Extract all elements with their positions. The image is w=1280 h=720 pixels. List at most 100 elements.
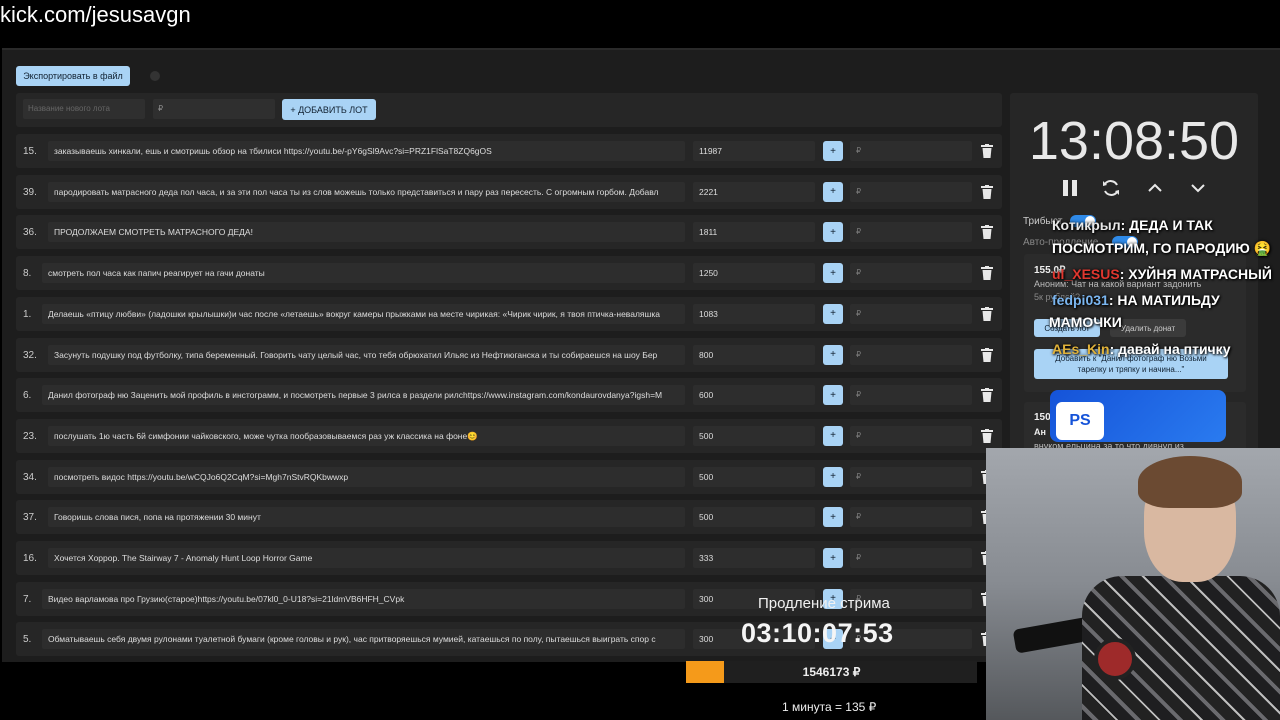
trash-icon[interactable] — [981, 144, 993, 158]
lot-title-input[interactable]: Говоришь слова пися, попа на протяжении … — [48, 507, 685, 528]
webcam-feed — [986, 448, 1280, 720]
lot-title-input[interactable]: послушать 1ю часть 6й симфонии чайковско… — [48, 425, 685, 446]
chat-username: fedpi031 — [1052, 292, 1109, 308]
chat-message: МАМОЧКИ — [1049, 314, 1122, 330]
trash-icon[interactable] — [981, 306, 993, 321]
lot-title-input[interactable]: смотреть пол часа как папич реагирует на… — [42, 263, 685, 284]
chat-username: Котикрыл — [1052, 217, 1121, 233]
lot-row: 34. посмотреть видос https://youtu.be/wCQ… — [16, 459, 1002, 494]
donation-total: 1546173 ₽ — [802, 665, 861, 679]
new-lot-name-input[interactable]: Название нового лота — [23, 99, 145, 119]
lot-amount[interactable]: 11987 — [693, 141, 815, 161]
lot-number: 39. — [23, 186, 37, 198]
lot-add-button[interactable]: + — [823, 263, 843, 284]
chat-username: ul_XESUS — [1052, 266, 1120, 282]
lot-title-input[interactable]: Видео варламова про Грузию(старое)https:… — [42, 588, 685, 609]
lot-row: 23. послушать 1ю часть 6й симфонии чайков… — [16, 418, 1002, 453]
lot-add-amount-input[interactable]: ₽ — [850, 425, 972, 446]
trash-icon[interactable] — [981, 266, 993, 281]
lot-amount[interactable]: 500 — [693, 507, 815, 528]
lot-amount[interactable]: 1811 — [693, 222, 815, 243]
lot-add-amount-input[interactable]: ₽ — [850, 222, 972, 243]
lot-title-input[interactable]: Делаешь «птицу любви» (ладошки крылышки)… — [42, 303, 685, 324]
timer-clock: 13:08:50 — [1028, 111, 1240, 171]
chat-text: : ХУЙНЯ МАТРАСНЫЙ — [1119, 266, 1272, 282]
chat-message: AEs_Kin: давай на птичку — [1052, 341, 1230, 357]
lot-amount[interactable]: 600 — [693, 385, 815, 406]
lot-number: 32. — [23, 349, 37, 361]
new-lot-amount-input[interactable]: ₽ — [153, 99, 275, 119]
trash-icon[interactable] — [981, 184, 993, 199]
lot-add-button[interactable]: + — [823, 385, 843, 406]
lot-title-input[interactable]: Данил фотограф ню Заценить мой профиль в… — [42, 385, 685, 406]
lot-title-input[interactable]: ПРОДОЛЖАЕМ СМОТРЕТЬ МАТРАСНОГО ДЕДА! — [48, 222, 685, 243]
chat-message: ul_XESUS: ХУЙНЯ МАТРАСНЫЙ — [1052, 266, 1272, 282]
lot-number: 23. — [23, 430, 37, 442]
rate-label: 1 минута = 135 ₽ — [782, 700, 877, 714]
donation-progress: 1546173 ₽ — [686, 661, 977, 683]
lot-title-input[interactable]: Обматываешь себя двумя рулонами туалетно… — [42, 629, 685, 650]
chat-username: AEs_Kin — [1052, 341, 1110, 357]
microphone-icon — [1094, 638, 1136, 680]
pause-icon[interactable] — [1060, 178, 1080, 198]
lot-title-input[interactable]: заказываешь хинкали, ешь и смотришь обзо… — [48, 141, 685, 161]
lot-add-button[interactable]: + — [823, 466, 843, 487]
lot-add-amount-input[interactable]: ₽ — [850, 263, 972, 284]
lot-number: 16. — [23, 553, 37, 564]
lot-add-button[interactable]: + — [823, 181, 843, 202]
extension-timer: 03:10:07:53 — [741, 618, 894, 648]
lot-number: 34. — [23, 471, 37, 483]
lot-add-button[interactable]: + — [823, 141, 843, 161]
chat-text: : ДЕДА И ТАК — [1120, 217, 1213, 233]
chat-message: fedpi031: НА МАТИЛЬДУ — [1052, 292, 1220, 308]
lot-title-input[interactable]: Хочется Хоррор. The Stairway 7 - Anomaly… — [48, 548, 685, 568]
donation2-from: Ан — [1034, 427, 1046, 437]
lot-row: 6. Данил фотограф ню Заценить мой профиль… — [16, 378, 1002, 413]
lot-amount[interactable]: 500 — [693, 425, 815, 446]
lot-title-input[interactable]: пародировать матрасного деда пол часа, и… — [48, 181, 685, 202]
lot-row: 37. Говоришь слова пися, попа на протяжен… — [16, 500, 1002, 535]
lot-amount[interactable]: 500 — [693, 466, 815, 487]
lot-row: 32. Засунуть подушку под футболку, типа б… — [16, 337, 1002, 372]
chevron-up-icon[interactable] — [1145, 178, 1165, 198]
lot-amount[interactable]: 2221 — [693, 181, 815, 202]
trash-icon[interactable] — [981, 225, 993, 240]
reset-icon[interactable] — [1101, 178, 1121, 198]
lot-add-button[interactable]: + — [823, 548, 843, 568]
lot-add-button[interactable]: + — [823, 425, 843, 446]
lot-add-amount-input[interactable]: ₽ — [850, 507, 972, 528]
trash-icon[interactable] — [981, 347, 993, 362]
lot-add-amount-input[interactable]: ₽ — [850, 344, 972, 365]
stream-url: kick.com/jesusavgn — [0, 2, 191, 27]
trash-icon[interactable] — [981, 428, 993, 443]
lot-amount[interactable]: 1250 — [693, 263, 815, 284]
chat-message: Котикрыл: ДЕДА И ТАК — [1052, 217, 1213, 233]
lot-amount[interactable]: 800 — [693, 344, 815, 365]
lot-title-input[interactable]: посмотреть видос https://youtu.be/wCQJo6… — [48, 466, 685, 487]
export-button[interactable]: Экспортировать в файл — [16, 66, 130, 86]
lot-add-button[interactable]: + — [823, 222, 843, 243]
lot-add-amount-input[interactable]: ₽ — [850, 548, 972, 568]
lot-amount[interactable]: 1083 — [693, 303, 815, 324]
lot-add-button[interactable]: + — [823, 507, 843, 528]
lot-add-button[interactable]: + — [823, 303, 843, 324]
lot-title-input[interactable]: Засунуть подушку под футболку, типа бере… — [48, 344, 685, 365]
trash-icon[interactable] — [981, 388, 993, 403]
lot-number: 6. — [23, 390, 32, 402]
lot-row: 15. заказываешь хинкали, ешь и смотришь о… — [16, 134, 1002, 168]
lot-add-amount-input[interactable]: ₽ — [850, 181, 972, 202]
lot-amount[interactable]: 333 — [693, 548, 815, 568]
lot-number: 5. — [23, 634, 32, 646]
lot-add-amount-input[interactable]: ₽ — [850, 141, 972, 161]
lot-add-amount-input[interactable]: ₽ — [850, 466, 972, 487]
lot-add-amount-input[interactable]: ₽ — [850, 385, 972, 406]
add-lot-button[interactable]: + ДОБАВИТЬ ЛОТ — [282, 99, 376, 120]
lot-add-button[interactable]: + — [823, 344, 843, 365]
lot-row: 1. Делаешь «птицу любви» (ладошки крылышк… — [16, 296, 1002, 331]
lot-number: 37. — [23, 512, 37, 524]
chevron-down-icon[interactable] — [1188, 178, 1208, 198]
extension-label: Продление стрима — [758, 595, 890, 612]
lot-row: 39. пародировать матрасного деда пол часа… — [16, 174, 1002, 209]
lot-add-amount-input[interactable]: ₽ — [850, 303, 972, 324]
theme-toggle[interactable] — [150, 71, 160, 81]
